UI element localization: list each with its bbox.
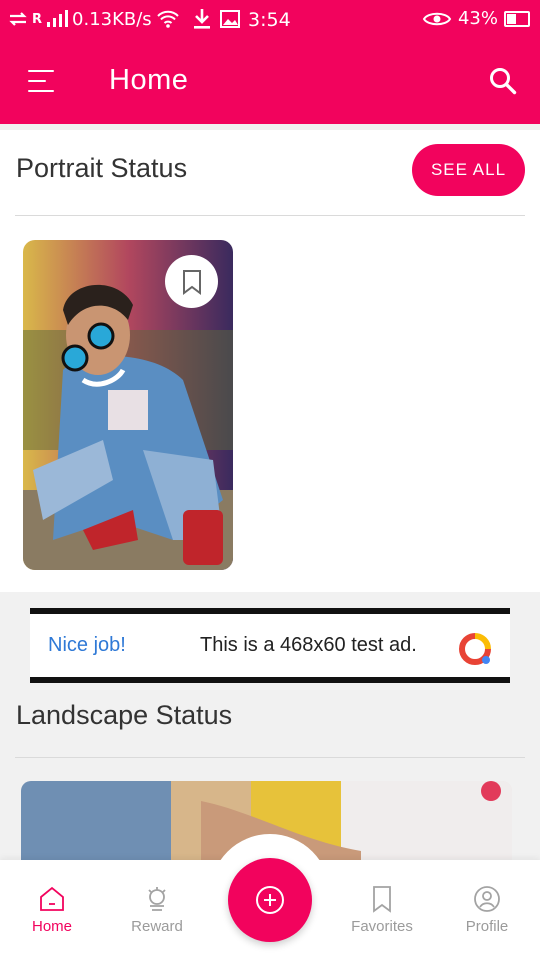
battery-percent: 43% — [457, 8, 498, 29]
nav-label-favorites: Favorites — [351, 918, 413, 935]
bookmark-icon — [373, 886, 391, 913]
download-icon — [193, 9, 210, 29]
status-bar: R 0.13KB/s 3:54 43% — [0, 0, 540, 40]
image-icon — [219, 10, 240, 28]
ad-banner[interactable]: Nice job! This is a 468x60 test ad. — [30, 608, 510, 683]
page-title: Home — [109, 64, 189, 96]
add-status-button[interactable] — [228, 858, 312, 942]
divider — [15, 757, 525, 758]
network-speed: 0.13KB/s — [72, 8, 152, 30]
nav-item-reward[interactable]: Reward — [107, 884, 207, 935]
home-icon — [40, 886, 64, 911]
data-transfer-icon — [9, 12, 27, 26]
portrait-section-title: Portrait Status — [16, 153, 188, 183]
eye-comfort-icon — [422, 12, 452, 25]
ad-text: This is a 468x60 test ad. — [200, 634, 417, 656]
ad-headline: Nice job! — [48, 634, 126, 656]
see-all-button[interactable]: SEE ALL — [412, 144, 525, 196]
bookmark-icon — [182, 269, 201, 295]
search-icon[interactable] — [488, 66, 518, 96]
bookmark-button[interactable] — [165, 255, 218, 308]
menu-icon[interactable] — [28, 70, 56, 92]
wifi-icon — [156, 10, 179, 28]
nav-label-home: Home — [31, 918, 72, 935]
profile-icon — [474, 886, 500, 912]
adchoices-logo-icon — [459, 633, 491, 665]
battery-icon — [504, 10, 530, 27]
status-right: 43% — [422, 8, 530, 29]
network-type: R — [32, 11, 43, 27]
signal-icon — [47, 10, 69, 27]
nav-item-favorites[interactable]: Favorites — [332, 884, 432, 935]
nav-label-reward: Reward — [131, 918, 183, 935]
add-circle-icon — [256, 886, 284, 914]
app-bar: Home — [0, 40, 540, 124]
clock: 3:54 — [248, 9, 291, 31]
divider — [15, 215, 525, 216]
status-left: R 0.13KB/s — [8, 8, 240, 30]
nav-item-profile[interactable]: Profile — [437, 884, 537, 935]
nav-item-home[interactable]: Home — [2, 884, 102, 935]
landscape-section-title: Landscape Status — [16, 700, 233, 730]
nav-label-profile: Profile — [465, 918, 509, 935]
reward-icon — [148, 887, 166, 911]
